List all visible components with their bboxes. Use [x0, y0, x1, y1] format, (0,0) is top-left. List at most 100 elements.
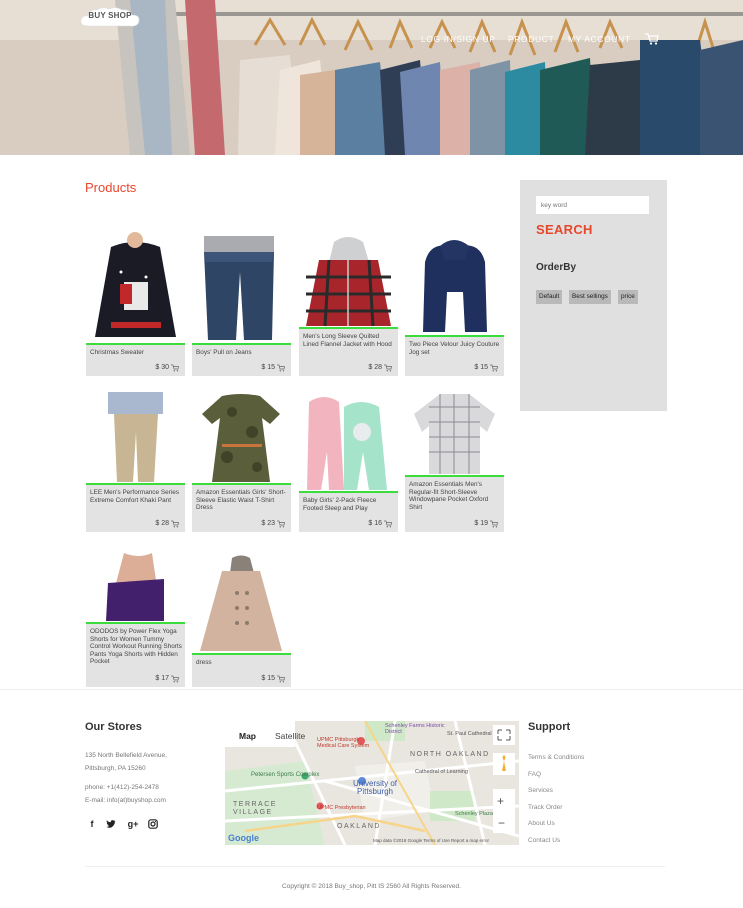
product-info: Amazon Essentials Men's Regular-fit Shor… [405, 475, 504, 532]
product-name: Two Piece Velour Juicy Couture Jog set [409, 341, 500, 356]
product-info: Two Piece Velour Juicy Couture Jog set $… [405, 335, 504, 376]
map-label: UPMC Presbyterian [317, 805, 366, 811]
product-info: dress $ 15 [192, 653, 291, 687]
nav-login-signup[interactable]: LOG IN/SIGN UP [421, 34, 496, 44]
store-map[interactable]: + − Map Satellite Schenley Farms Histori… [225, 721, 519, 845]
add-to-cart-icon[interactable] [171, 364, 179, 372]
product-name: Men's Long Sleeve Quilted Lined Flannel … [303, 333, 392, 348]
product-info: LEE Men's Performance Series Extreme Com… [86, 483, 185, 532]
product-image[interactable] [299, 232, 398, 327]
sort-default-button[interactable]: Default [536, 290, 563, 304]
map-label: University of Pittsburgh [352, 779, 397, 796]
add-to-cart-icon[interactable] [277, 520, 285, 528]
google-logo: Google [228, 833, 259, 843]
svg-text:−: − [498, 816, 505, 830]
product-price: $ 30 [155, 364, 169, 371]
support-link-terms[interactable]: Terms & Conditions [528, 754, 584, 761]
product-info: Baby Girls' 2-Pack Fleece Footed Sleep a… [299, 491, 398, 532]
support-link-faq[interactable]: FAQ [528, 771, 541, 778]
product-name: Amazon Essentials Girls' Short-Sleeve El… [196, 489, 286, 512]
map-label: Cathedral of Learning [415, 769, 468, 775]
product-price: $ 15 [261, 364, 275, 371]
product-card[interactable]: Men's Long Sleeve Quilted Lined Flannel … [299, 232, 398, 376]
product-card[interactable]: Baby Girls' 2-Pack Fleece Footed Sleep a… [299, 392, 398, 532]
sort-price-button[interactable]: price [618, 290, 638, 304]
product-name: dress [196, 659, 212, 666]
add-to-cart-icon[interactable] [171, 675, 179, 683]
product-card[interactable]: Amazon Essentials Men's Regular-fit Shor… [405, 392, 504, 532]
store-email[interactable]: E-mail: info(at)buyshop.com [85, 795, 166, 807]
product-card[interactable]: LEE Men's Performance Series Extreme Com… [86, 392, 185, 532]
orderby-title: OrderBy [536, 262, 577, 273]
product-image[interactable] [192, 232, 291, 343]
support-link-track-order[interactable]: Track Order [528, 804, 562, 811]
product-card[interactable]: dress $ 15 [192, 553, 291, 687]
map-tab-satellite[interactable]: Satellite [275, 731, 305, 741]
hero-banner: BUY SHOP LOG IN/SIGN UP PRODUCT MY ACCOU… [0, 0, 743, 155]
product-price: $ 15 [261, 675, 275, 682]
product-price: $ 23 [261, 520, 275, 527]
add-to-cart-icon[interactable] [490, 364, 498, 372]
product-name: Christmas Sweater [90, 349, 144, 356]
twitter-icon[interactable] [106, 819, 116, 829]
copyright-text: Copyright © 2018 Buy_shop, Pitt IS 2560 … [282, 883, 461, 890]
product-info: Christmas Sweater $ 30 [86, 343, 185, 376]
product-image[interactable] [86, 553, 185, 622]
facebook-icon[interactable]: f [87, 819, 97, 829]
product-price: $ 17 [155, 675, 169, 682]
support-link-contact-us[interactable]: Contact Us [528, 837, 560, 844]
logo-text[interactable]: BUY SHOP [78, 11, 142, 20]
sort-best-sellings-button[interactable]: Best sellings [569, 290, 611, 304]
product-card[interactable]: ODODOS by Power Flex Yoga Shorts for Wom… [86, 553, 185, 687]
stores-title: Our Stores [85, 721, 142, 733]
map-label: Schenley Farms Historic District [385, 723, 445, 735]
copyright-divider [85, 866, 665, 867]
map-tab-map[interactable]: Map [239, 731, 256, 741]
nav-my-account[interactable]: MY ACCOUNT [568, 34, 631, 44]
product-card[interactable]: Boys' Pull on Jeans $ 15 [192, 232, 291, 376]
product-price: $ 28 [155, 520, 169, 527]
product-image[interactable] [405, 232, 504, 335]
product-card[interactable]: Two Piece Velour Juicy Couture Jog set $… [405, 232, 504, 376]
cart-icon[interactable] [645, 33, 659, 45]
add-to-cart-icon[interactable] [277, 675, 285, 683]
product-price: $ 15 [474, 364, 488, 371]
add-to-cart-icon[interactable] [384, 364, 392, 372]
search-button[interactable]: SEARCH [536, 222, 593, 237]
product-name: Boys' Pull on Jeans [196, 349, 252, 356]
support-link-services[interactable]: Services [528, 787, 553, 794]
product-image[interactable] [86, 392, 185, 483]
product-image[interactable] [299, 392, 398, 491]
product-price: $ 28 [368, 364, 382, 371]
product-info: ODODOS by Power Flex Yoga Shorts for Wom… [86, 622, 185, 687]
product-name: LEE Men's Performance Series Extreme Com… [90, 489, 179, 504]
product-info: Men's Long Sleeve Quilted Lined Flannel … [299, 327, 398, 376]
product-image[interactable] [86, 232, 185, 343]
add-to-cart-icon[interactable] [490, 520, 498, 528]
add-to-cart-icon[interactable] [277, 364, 285, 372]
map-label: NORTH OAKLAND [410, 751, 490, 758]
product-image[interactable] [405, 392, 504, 475]
instagram-icon[interactable] [148, 819, 158, 829]
map-credits[interactable]: Map data ©2018 Google Terms of Use Repor… [373, 838, 489, 843]
products-title: Products [85, 180, 137, 195]
google-plus-icon[interactable]: g+ [127, 819, 139, 829]
product-info: Amazon Essentials Girls' Short-Sleeve El… [192, 483, 291, 532]
product-card[interactable]: Amazon Essentials Girls' Short-Sleeve El… [192, 392, 291, 532]
add-to-cart-icon[interactable] [171, 520, 179, 528]
product-info: Boys' Pull on Jeans $ 15 [192, 343, 291, 376]
add-to-cart-icon[interactable] [384, 520, 392, 528]
product-name: Baby Girls' 2-Pack Fleece Footed Sleep a… [303, 497, 377, 512]
support-title: Support [528, 721, 571, 733]
support-link-about-us[interactable]: About Us [528, 820, 555, 827]
map-label: TERRACE VILLAGE [233, 801, 277, 816]
search-input[interactable] [536, 196, 649, 214]
product-image[interactable] [192, 392, 291, 483]
map-label: St. Paul Cathedral [447, 731, 492, 737]
store-address-line1: 135 North Bellefield Avenue, [85, 752, 167, 759]
product-name: Amazon Essentials Men's Regular-fit Shor… [409, 481, 489, 511]
svg-text:+: + [497, 794, 504, 808]
nav-product[interactable]: PRODUCT [508, 34, 554, 44]
product-card[interactable]: Christmas Sweater $ 30 [86, 232, 185, 376]
product-image[interactable] [192, 553, 291, 653]
